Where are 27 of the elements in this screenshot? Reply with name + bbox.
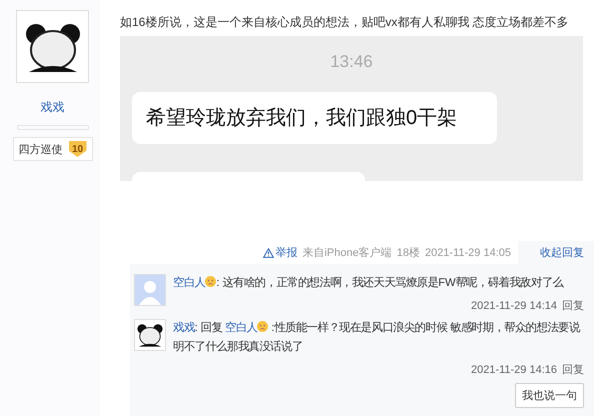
username-link[interactable]: 戏戏 <box>40 99 64 116</box>
reply-date: 2021-11-29 14:14 <box>470 300 557 312</box>
post-date: 2021-11-29 14:05 <box>424 246 511 258</box>
rank-title: 四方巡使 <box>18 142 62 156</box>
client-label: 来自iPhone客户端 <box>302 246 392 260</box>
say-something-button[interactable]: 我也说一句 <box>515 383 584 408</box>
chat-bubble: 希望玲珑放弃我们，我们跟独0干架 <box>132 92 497 144</box>
level-badge: 10 <box>68 141 86 157</box>
username-link[interactable]: 空白人 <box>225 322 258 334</box>
collapse-replies-tab[interactable]: 收起回复 <box>518 241 594 264</box>
reply-link[interactable]: 回复 <box>562 300 584 312</box>
report-link[interactable]: 举报 <box>263 245 298 260</box>
sad-face-icon <box>257 321 268 332</box>
chat-time: 13:46 <box>330 52 373 72</box>
post-text: 如16楼所说，这是一个来自核心成员的想法，贴吧vx都有人私聊我 态度立场都差不多 <box>120 14 570 30</box>
reply-text: 空白人 : 这有啥的，正常的想法啊，我还天天骂燎原是FW帮呢，碍着我敌对了么 <box>173 275 565 291</box>
floor-number: 18楼 <box>396 246 420 260</box>
username-link[interactable]: 空白人 <box>173 277 206 289</box>
sad-face-icon <box>205 276 216 287</box>
warning-icon <box>263 248 274 258</box>
experience-bar <box>16 125 88 130</box>
avatar <box>135 275 165 305</box>
username-link[interactable]: 戏戏 <box>173 322 195 334</box>
reply-text: 戏戏: 回复 空白人 :性质能一样？现在是风口浪尖的时候 敏感时期，帮众的想法要说明不了什么那我真没话说了 <box>173 320 582 355</box>
avatar <box>136 323 164 347</box>
reply-link[interactable]: 回复 <box>562 364 584 376</box>
reply-date: 2021-11-29 14:16 <box>470 364 557 376</box>
